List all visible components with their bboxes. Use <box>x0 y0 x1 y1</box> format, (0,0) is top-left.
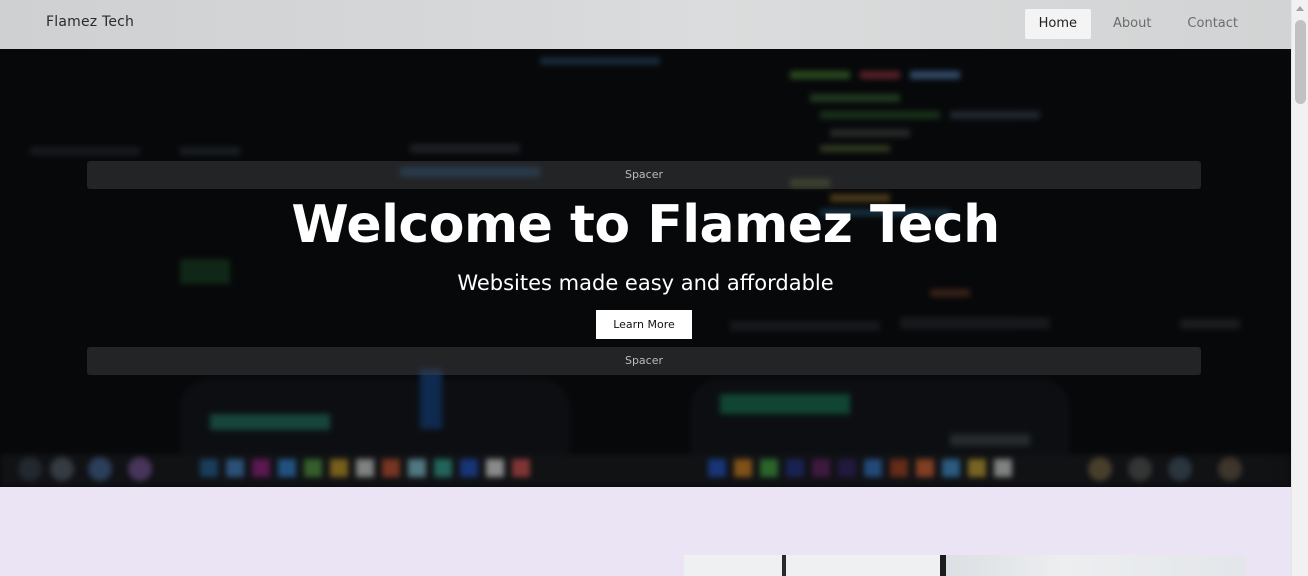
hero-section: Spacer Welcome to Flamez Tech Websites m… <box>0 49 1291 487</box>
navbar: Flamez Tech Home About Contact <box>0 0 1291 49</box>
nav-links: Home About Contact <box>1017 9 1252 39</box>
image-detail <box>946 555 1245 576</box>
hero-title: Welcome to Flamez Tech <box>291 195 1000 255</box>
hero-overlay <box>0 49 1291 487</box>
hero-subtitle: Websites made easy and affordable <box>457 271 834 295</box>
spacer-bottom: Spacer <box>87 347 1201 375</box>
image-detail <box>782 555 786 576</box>
nav-link-about[interactable]: About <box>1099 9 1165 39</box>
nav-link-contact[interactable]: Contact <box>1173 9 1252 39</box>
brand-logo[interactable]: Flamez Tech <box>46 14 134 30</box>
scroll-up-arrow-icon[interactable] <box>1296 6 1304 11</box>
scroll-thumb[interactable] <box>1295 20 1306 104</box>
spacer-top: Spacer <box>87 161 1201 189</box>
learn-more-button[interactable]: Learn More <box>596 310 692 339</box>
section-image <box>684 555 1245 576</box>
page-scrollbar[interactable] <box>1291 0 1308 576</box>
about-section <box>0 487 1291 576</box>
page: Flamez Tech Home About Contact Spacer We… <box>0 0 1291 576</box>
nav-link-home[interactable]: Home <box>1024 9 1091 39</box>
